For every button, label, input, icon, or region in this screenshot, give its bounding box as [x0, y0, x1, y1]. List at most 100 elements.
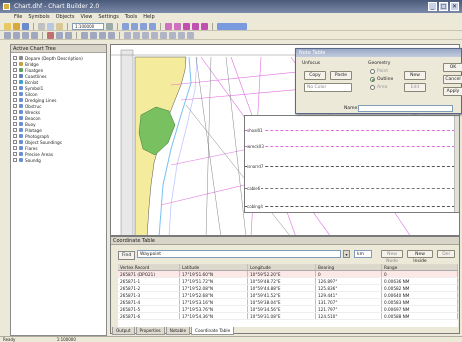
col-range[interactable]: Range: [382, 264, 458, 270]
col-latitude[interactable]: Latitude: [180, 264, 248, 270]
new-node-button[interactable]: New Node: [381, 250, 403, 264]
table-row[interactable]: 265871-6 17°19'54.36"N 10°59'31.08"E 124.51…: [118, 313, 458, 320]
cut-icon[interactable]: [38, 22, 45, 30]
polygon-tool-icon[interactable]: [174, 22, 181, 30]
radio-area[interactable]: Area: [370, 85, 387, 90]
table-row[interactable]: 265871 (DPO21) 17°19'51.60"N 10°59'52.20"E…: [118, 271, 458, 278]
menu-settings[interactable]: Settings: [98, 13, 119, 22]
table-row[interactable]: 265871-1 17°19'51.72"N 10°59'48.72"E 126.89…: [118, 278, 458, 285]
find-input[interactable]: Waypoint: [137, 250, 341, 258]
radio-outline[interactable]: Outline: [370, 77, 393, 82]
expand-icon[interactable]: [13, 128, 17, 132]
grid-icon[interactable]: [133, 31, 140, 39]
zoom-combo[interactable]: 1:100000: [72, 22, 104, 30]
note-item[interactable]: cable6: [247, 186, 262, 191]
find-dropdown-icon[interactable]: ▾: [343, 250, 350, 258]
line-tool-icon[interactable]: [165, 22, 172, 30]
expand-icon[interactable]: [13, 92, 17, 96]
apply-button[interactable]: Apply: [443, 87, 462, 96]
node-delete-icon[interactable]: [90, 31, 97, 39]
import-icon[interactable]: [178, 31, 185, 39]
delete-icon[interactable]: [47, 31, 54, 39]
table-row[interactable]: 265871-4 17°19'53.16"N 10°59'38.04"E 131.70…: [118, 299, 458, 306]
expand-icon[interactable]: [13, 152, 17, 156]
scale-icon[interactable]: [31, 31, 38, 39]
table-row[interactable]: 265871-2 17°19'52.08"N 10°59'44.88"E 125.83…: [118, 285, 458, 292]
layer-selector[interactable]: [217, 22, 247, 30]
maximize-button[interactable]: □: [439, 2, 448, 11]
save-icon[interactable]: [22, 22, 29, 30]
rotate-icon[interactable]: [22, 31, 29, 39]
note-item[interactable]: shoal01: [247, 128, 264, 133]
cancel-button[interactable]: Cancel: [443, 75, 462, 84]
new-file-icon[interactable]: [4, 22, 11, 30]
radio-point[interactable]: Point: [370, 69, 388, 74]
expand-icon[interactable]: [13, 74, 17, 78]
note-item[interactable]: wreck03: [247, 144, 265, 149]
new-button[interactable]: New: [404, 71, 426, 80]
zoom-out-icon[interactable]: [140, 22, 147, 30]
expand-icon[interactable]: [13, 56, 17, 60]
delete-node-button[interactable]: Del: [437, 250, 455, 258]
menu-objects[interactable]: Objects: [56, 13, 75, 22]
refresh-icon[interactable]: [187, 31, 194, 39]
print-icon[interactable]: [160, 31, 167, 39]
move-icon[interactable]: [13, 31, 20, 39]
split-icon[interactable]: [99, 31, 106, 39]
tree-item[interactable]: Soundg: [13, 157, 104, 163]
expand-icon[interactable]: [13, 122, 17, 126]
expand-icon[interactable]: [13, 62, 17, 66]
expand-icon[interactable]: [13, 116, 17, 120]
copy-icon[interactable]: [47, 22, 54, 30]
menu-view[interactable]: View: [81, 13, 93, 22]
expand-icon[interactable]: [13, 86, 17, 90]
expand-icon[interactable]: [13, 110, 17, 114]
zoom-dropdown-icon[interactable]: [106, 22, 113, 30]
unit-select[interactable]: km: [354, 250, 372, 258]
table-row[interactable]: 265871-5 17°19'53.76"N 10°59'34.56"E 121.79…: [118, 306, 458, 313]
paste-button[interactable]: Paste: [330, 71, 352, 80]
expand-icon[interactable]: [13, 134, 17, 138]
expand-icon[interactable]: [13, 98, 17, 102]
color-combo[interactable]: No Color: [304, 83, 352, 92]
node-add-icon[interactable]: [81, 31, 88, 39]
col-longitude[interactable]: Longitude: [248, 264, 316, 270]
expand-icon[interactable]: [13, 146, 17, 150]
tab-notable[interactable]: Notable: [165, 327, 191, 335]
expand-icon[interactable]: [13, 104, 17, 108]
fit-icon[interactable]: [149, 22, 156, 30]
menu-help[interactable]: Help: [143, 13, 154, 22]
name-input[interactable]: [358, 105, 453, 112]
open-folder-icon[interactable]: [13, 22, 20, 30]
table-row[interactable]: 265871-3 17°19'52.68"N 10°59'41.52"E 129.44…: [118, 292, 458, 299]
select-icon[interactable]: [4, 31, 11, 39]
measure-icon[interactable]: [142, 31, 149, 39]
close-button[interactable]: ✕: [450, 2, 459, 11]
note-item[interactable]: isnarrd7: [247, 164, 265, 169]
ok-button[interactable]: OK: [443, 63, 462, 72]
undo-icon[interactable]: [56, 31, 63, 39]
expand-icon[interactable]: [13, 80, 17, 84]
symbol-tool-icon[interactable]: [201, 22, 208, 30]
menu-symbols[interactable]: Symbols: [28, 13, 49, 22]
col-bearing[interactable]: Bearing: [316, 264, 382, 270]
redo-icon[interactable]: [65, 31, 72, 39]
note-item[interactable]: coblng4: [247, 204, 264, 209]
info-icon[interactable]: [151, 31, 158, 39]
text-tool-icon[interactable]: [192, 22, 199, 30]
tab-properties[interactable]: Properties: [135, 327, 165, 335]
zoom-in-icon[interactable]: [131, 22, 138, 30]
expand-icon[interactable]: [13, 158, 17, 162]
minimize-button[interactable]: _: [428, 2, 437, 11]
copy-button[interactable]: Copy: [304, 71, 326, 80]
new-inside-button[interactable]: New Inside: [407, 250, 433, 264]
tab-output[interactable]: Output: [112, 327, 135, 335]
menu-file[interactable]: File: [14, 13, 22, 22]
pan-icon[interactable]: [122, 22, 129, 30]
notes-scrollbar[interactable]: [454, 116, 459, 212]
merge-icon[interactable]: [108, 31, 115, 39]
snap-icon[interactable]: [124, 31, 131, 39]
tab-coordinate-table[interactable]: Coordinate Table: [191, 327, 235, 335]
paste-icon[interactable]: [56, 22, 63, 30]
export-icon[interactable]: [169, 31, 176, 39]
